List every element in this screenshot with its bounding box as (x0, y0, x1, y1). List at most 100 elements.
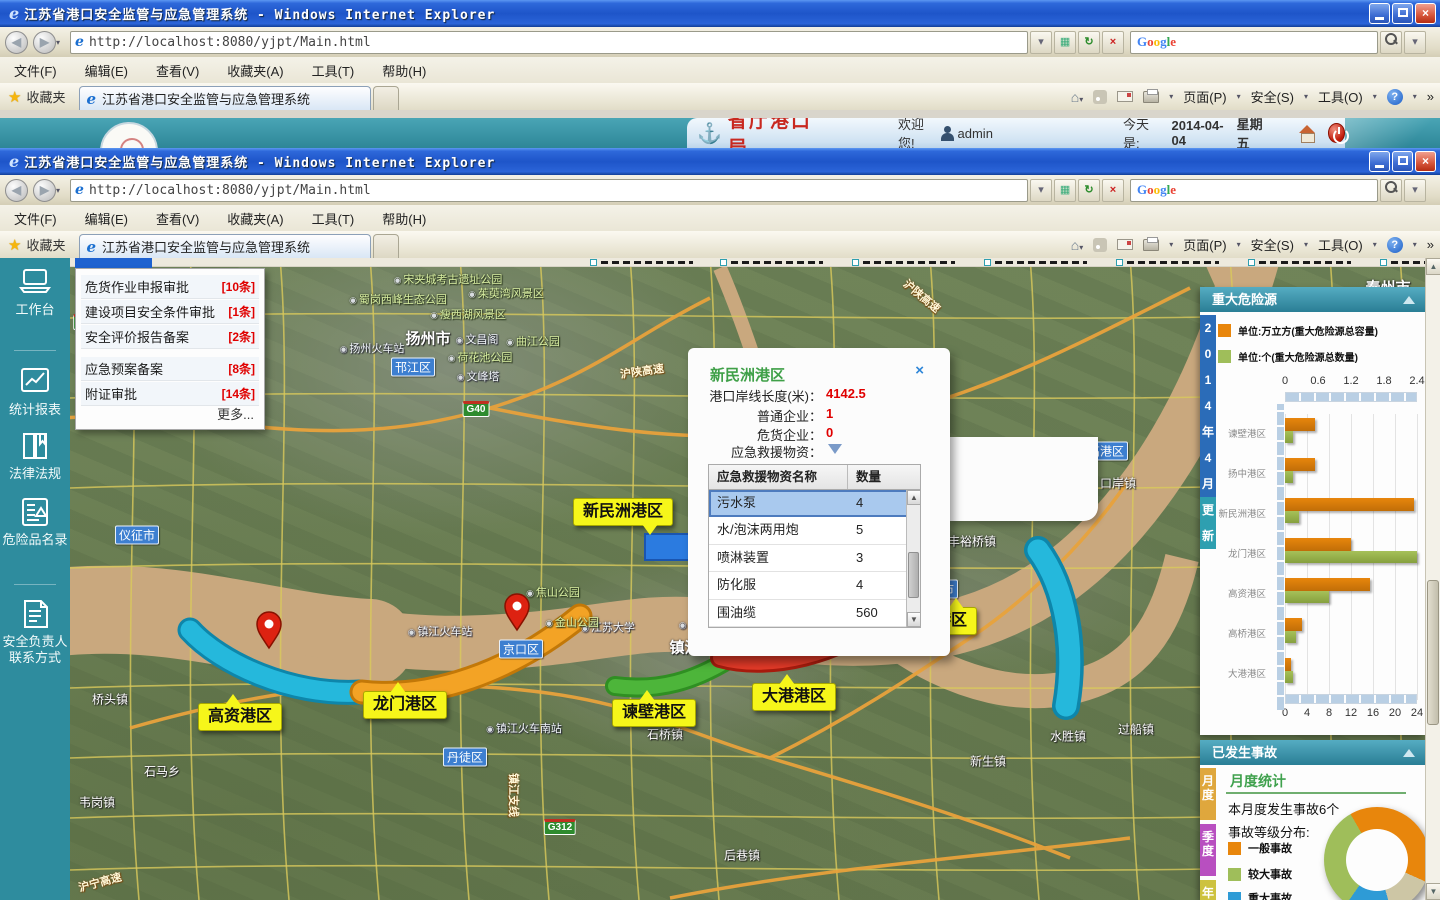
table-row[interactable]: 喷淋装置3 (709, 545, 920, 572)
print-dropdown-icon[interactable]: ▾ (1169, 92, 1173, 101)
search-dropdown-button[interactable]: ▾ (1404, 31, 1426, 54)
scroll-up-icon[interactable]: ▲ (907, 490, 921, 505)
table-row[interactable]: 围油缆560 (709, 600, 920, 627)
page-menu[interactable]: 页面(P) (1183, 87, 1226, 106)
new-tab-button[interactable] (373, 86, 399, 110)
bar-capacity[interactable] (1285, 578, 1370, 591)
quick-menu-item[interactable]: 安全评价报告备案[2条] (81, 325, 259, 349)
popup-close-icon[interactable]: × (915, 362, 924, 379)
sidebar-item-1[interactable]: 统计报表 (0, 366, 70, 418)
print-dropdown-icon[interactable]: ▾ (1169, 240, 1173, 249)
column-header-name[interactable]: 应急救援物资名称 (709, 465, 848, 489)
menu-item-1[interactable]: 编辑(E) (71, 57, 142, 84)
menu-item-0[interactable]: 文件(F) (0, 57, 71, 84)
period-tab-1[interactable]: 季度 (1200, 824, 1216, 876)
sidebar-item-4[interactable]: 安全负责人联系方式 (0, 598, 70, 666)
home-icon[interactable]: ⌂▾ (1071, 89, 1083, 105)
safety-menu[interactable]: 安全(S) (1251, 87, 1294, 106)
read-mail-icon[interactable] (1117, 91, 1133, 102)
compatibility-view-button[interactable]: ▦ (1054, 179, 1076, 202)
favorites-label[interactable]: 收藏夹 (26, 235, 65, 254)
titlebar[interactable]: e 江苏省港口安全监管与应急管理系统 - Windows Internet Ex… (0, 148, 1440, 175)
quick-menu-more-link[interactable]: 更多... (217, 404, 254, 423)
bar-count[interactable] (1285, 431, 1293, 443)
new-tab-button[interactable] (373, 234, 399, 258)
forward-button[interactable]: ▶ (33, 31, 56, 54)
menu-item-5[interactable]: 帮助(H) (368, 205, 440, 232)
bar-count[interactable] (1285, 471, 1293, 483)
refresh-button[interactable]: ↻ (1078, 179, 1100, 202)
port-callout[interactable]: 高资港区 (198, 703, 282, 731)
maximize-button[interactable] (1392, 3, 1413, 24)
back-button[interactable]: ◀ (5, 179, 28, 202)
address-dropdown-button[interactable]: ▾ (1030, 31, 1052, 54)
bar-count[interactable] (1285, 631, 1296, 643)
rss-feed-icon[interactable] (1093, 90, 1107, 104)
overflow-chevron-icon[interactable]: » (1427, 89, 1434, 104)
table-row[interactable]: 水/泡沫两用炮5 (709, 517, 920, 544)
favorites-star-icon[interactable]: ★ (8, 88, 21, 106)
menu-item-2[interactable]: 查看(V) (142, 205, 213, 232)
address-input[interactable]: e http://localhost:8080/yjpt/Main.html (70, 31, 1028, 54)
panel-header[interactable]: 已发生事故 (1200, 740, 1425, 765)
period-tab-0[interactable]: 月度 (1200, 768, 1216, 820)
stop-button[interactable]: × (1102, 179, 1124, 202)
sidebar-item-0[interactable]: 工作台 (0, 266, 70, 318)
address-dropdown-button[interactable]: ▾ (1030, 179, 1052, 202)
bar-capacity[interactable] (1285, 538, 1351, 551)
sidebar-item-3[interactable]: 危险品名录 (0, 496, 70, 548)
menu-item-0[interactable]: 文件(F) (0, 205, 71, 232)
menu-item-3[interactable]: 收藏夹(A) (213, 57, 297, 84)
port-callout[interactable]: 大港港区 (752, 683, 836, 711)
bar-count[interactable] (1285, 551, 1417, 563)
column-header-qty[interactable]: 数量 (848, 465, 908, 489)
browser-tab[interactable]: e 江苏省港口安全监管与应急管理系统 (79, 234, 371, 258)
rss-feed-icon[interactable] (1093, 238, 1107, 252)
clipped-checkbox-item[interactable] (1116, 259, 1219, 266)
page-scrollbar[interactable]: ▲ ▼ (1425, 258, 1440, 900)
bar-count[interactable] (1285, 671, 1293, 683)
read-mail-icon[interactable] (1117, 239, 1133, 250)
refresh-button[interactable]: ↻ (1078, 31, 1100, 54)
menu-item-4[interactable]: 工具(T) (298, 205, 369, 232)
close-button[interactable]: × (1415, 151, 1436, 172)
clipped-checkbox-item[interactable] (1248, 259, 1351, 266)
search-button[interactable] (1380, 31, 1402, 54)
home-icon[interactable]: ⌂▾ (1071, 237, 1083, 253)
collapse-arrow-icon[interactable] (1403, 296, 1415, 304)
minimize-button[interactable] (1369, 151, 1390, 172)
menu-item-5[interactable]: 帮助(H) (368, 57, 440, 84)
titlebar[interactable]: e 江苏省港口安全监管与应急管理系统 - Windows Internet Ex… (0, 0, 1440, 27)
scroll-down-icon[interactable]: ▼ (1426, 883, 1440, 900)
bar-capacity[interactable] (1285, 418, 1315, 431)
search-input[interactable]: Google (1130, 31, 1378, 54)
safety-menu[interactable]: 安全(S) (1251, 235, 1294, 254)
recent-pages-dropdown-icon[interactable]: ▾ (56, 186, 60, 195)
print-icon[interactable] (1143, 91, 1159, 103)
table-scrollbar[interactable]: ▲ ▼ (906, 490, 920, 627)
tools-menu[interactable]: 工具(O) (1318, 235, 1363, 254)
table-row[interactable]: 防化服4 (709, 572, 920, 599)
period-tab-2[interactable]: 年度 (1200, 880, 1216, 900)
tools-menu[interactable]: 工具(O) (1318, 87, 1363, 106)
sidebar-item-2[interactable]: 法律法规 (0, 430, 70, 482)
menu-item-1[interactable]: 编辑(E) (71, 205, 142, 232)
address-input[interactable]: e http://localhost:8080/yjpt/Main.html (70, 179, 1028, 202)
help-icon[interactable]: ? (1387, 237, 1403, 253)
clipped-checkbox-item[interactable] (590, 259, 693, 266)
bar-capacity[interactable] (1285, 658, 1291, 671)
scroll-down-icon[interactable]: ▼ (907, 612, 921, 627)
bar-capacity[interactable] (1285, 498, 1414, 511)
search-dropdown-button[interactable]: ▾ (1404, 179, 1426, 202)
browser-tab[interactable]: e 江苏省港口安全监管与应急管理系统 (79, 86, 371, 110)
scrollbar-thumb[interactable] (1427, 580, 1439, 725)
quick-menu-item[interactable]: 附证审批[14条] (81, 382, 259, 406)
port-callout[interactable]: 新民洲港区 (573, 498, 673, 526)
bar-capacity[interactable] (1285, 618, 1302, 631)
table-row[interactable]: 污水泵4 (709, 490, 920, 517)
scrollbar-thumb[interactable] (908, 552, 919, 598)
clipped-checkbox-item[interactable] (720, 259, 823, 266)
logout-power-icon[interactable] (1328, 123, 1345, 143)
recent-pages-dropdown-icon[interactable]: ▾ (56, 38, 60, 47)
panel-header[interactable]: 重大危险源 (1200, 287, 1425, 312)
